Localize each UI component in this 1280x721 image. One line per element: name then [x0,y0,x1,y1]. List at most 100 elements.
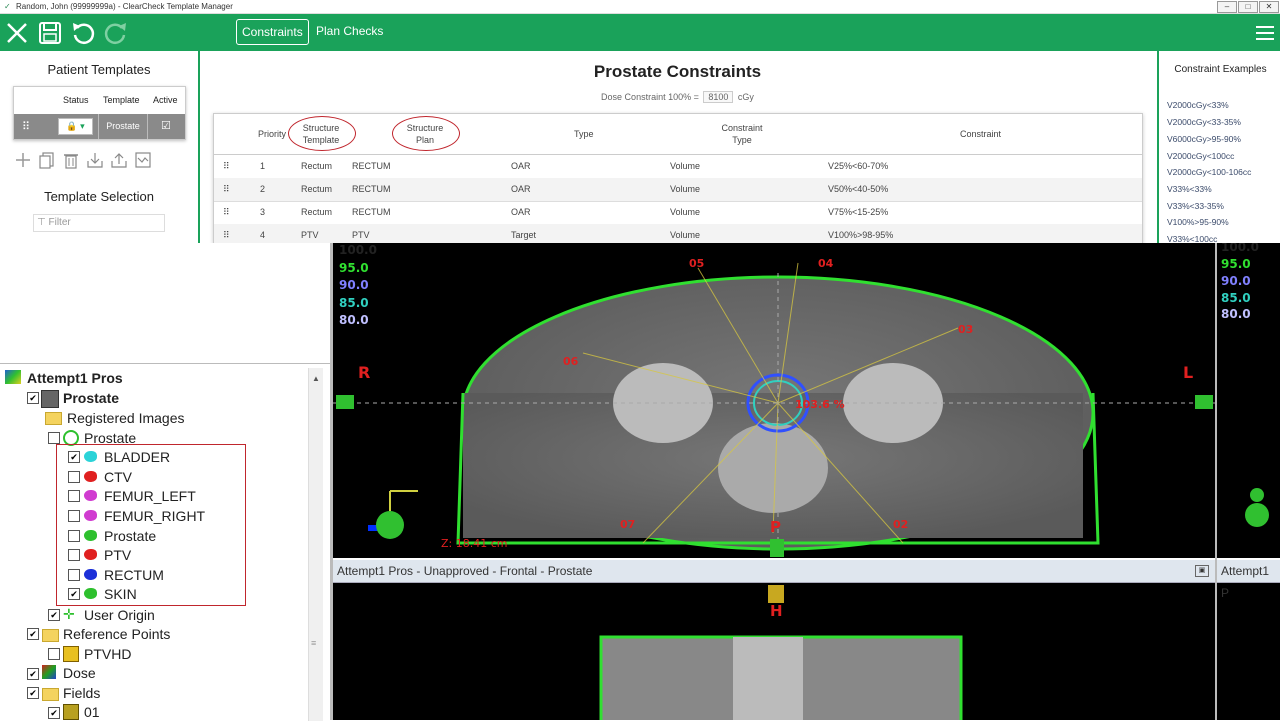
copy-icon[interactable] [38,151,56,169]
drag-handle-icon[interactable]: ⠿ [22,120,30,133]
minimize-button[interactable]: – [1217,1,1237,13]
structure-checkbox[interactable] [68,490,80,502]
constraint-row[interactable]: ⠿ 2 Rectum RECTUM OAR Volume V50%<40-50% [214,178,1142,202]
beam-icon [63,704,79,720]
structure-item[interactable]: FEMUR_RIGHT [104,507,205,525]
ref-point-checkbox[interactable] [48,648,60,660]
structure-item[interactable]: FEMUR_LEFT [104,487,196,505]
drag-handle-icon[interactable]: ⠿ [223,155,230,178]
tab-constraints[interactable]: Constraints [236,19,309,45]
structure-item[interactable]: PTV [104,546,131,564]
chart-icon[interactable] [134,151,152,169]
secondary-view[interactable]: Attempt1 P [1217,560,1280,720]
example-item[interactable]: V100%>95-90% [1167,217,1229,227]
row-constraint[interactable]: V50%<40-50% [828,178,888,201]
filter-icon: ⊤ [37,217,46,228]
tab-plan-checks[interactable]: Plan Checks [311,19,388,43]
dose-checkbox[interactable]: ✔ [27,668,39,680]
structure-tree: ▲ ≡ Attempt1 Pros ✔ Prostate Registered … [0,363,330,721]
tree-registered-images[interactable]: Registered Images [67,409,185,427]
example-item[interactable]: V2000cGy<100cc [1167,151,1234,161]
row-structure-plan[interactable]: RECTUM [352,201,391,224]
row-structure-template[interactable]: Rectum [301,178,332,201]
beam-label: 06 [563,355,579,368]
structure-set-checkbox[interactable] [48,432,60,444]
export-icon[interactable] [110,151,128,169]
structure-checkbox[interactable] [68,549,80,561]
undo-icon[interactable] [70,20,96,46]
tree-root[interactable]: Attempt1 Pros [27,369,123,387]
example-item[interactable]: V33%<33-35% [1167,201,1224,211]
row-constraint[interactable]: V75%<15-25% [828,201,888,224]
tree-scrollbar[interactable]: ▲ ≡ [308,368,323,721]
structure-item[interactable]: RECTUM [104,566,164,584]
orientation-figure-icon [1245,488,1269,527]
structure-item[interactable]: SKIN [104,585,137,603]
close-window-button[interactable]: ✕ [1259,1,1279,13]
scroll-grip-icon[interactable]: ≡ [311,638,320,650]
save-icon[interactable] [37,20,63,46]
drag-handle-icon[interactable]: ⠿ [223,178,230,201]
transverse-view[interactable]: 100.0 95.0 90.0 85.0 80.0 R L P 103.6 % … [333,243,1215,558]
sagittal-view[interactable]: 100.0 95.0 90.0 85.0 80.0 [1217,243,1280,558]
tree-field[interactable]: 01 [84,703,100,721]
structure-checkbox[interactable] [68,510,80,522]
image-checkbox[interactable]: ✔ [27,392,39,404]
template-name[interactable]: Prostate [98,114,148,139]
example-item[interactable]: V2000cGy<33-35% [1167,117,1241,127]
structure-checkbox[interactable]: ✔ [68,588,80,600]
isodose-level: 90.0 [339,278,369,292]
drag-handle-icon[interactable]: ⠿ [223,201,230,224]
structure-item[interactable]: CTV [104,468,132,486]
import-icon[interactable] [86,151,104,169]
status-dropdown[interactable]: 🔒 ▾ [58,118,93,135]
constraint-row[interactable]: ⠿ 1 Rectum RECTUM OAR Volume V25%<60-70% [214,155,1142,179]
constraint-row[interactable]: ⠿ 3 Rectum RECTUM OAR Volume V75%<15-25% [214,201,1142,225]
delete-icon[interactable] [62,151,80,169]
example-item[interactable]: V6000cGy>95-90% [1167,134,1241,144]
tree-dose[interactable]: Dose [63,664,96,682]
example-item[interactable]: V2000cGy<100-106cc [1167,167,1251,177]
fields-checkbox[interactable]: ✔ [27,687,39,699]
structure-checkbox[interactable] [68,569,80,581]
example-item[interactable]: V2000cGy<33% [1167,100,1229,110]
frontal-view[interactable]: Attempt1 Pros - Unapproved - Frontal - P… [333,560,1215,720]
dose-constraint-input[interactable]: 8100 [703,91,734,103]
constraint-examples-panel: Constraint Examples V2000cGy<33% V2000cG… [1157,51,1280,244]
template-row[interactable]: ⠿ 🔒 ▾ Prostate ☑ [14,114,185,139]
user-origin-checkbox[interactable]: ✔ [48,609,60,621]
row-structure-template[interactable]: Rectum [301,201,332,224]
tree-fields[interactable]: Fields [63,684,100,702]
structure-item[interactable]: BLADDER [104,448,170,466]
tree-image[interactable]: Prostate [63,389,119,407]
reference-points-checkbox[interactable]: ✔ [27,628,39,640]
scroll-up-icon[interactable]: ▲ [312,374,320,383]
row-structure-template[interactable]: Rectum [301,155,332,178]
field-checkbox[interactable]: ✔ [48,707,60,719]
beam-label: 04 [818,257,834,270]
constraint-row[interactable]: ⠿ 4 PTV PTV Target Volume V100%>98-95% [214,224,1142,244]
beam-label: 07 [620,518,636,531]
structure-item[interactable]: Prostate [104,527,156,545]
tree-user-origin[interactable]: User Origin [84,606,155,624]
row-constraint[interactable]: V25%<60-70% [828,155,888,178]
row-structure-plan[interactable]: RECTUM [352,155,391,178]
close-icon[interactable] [4,20,30,46]
row-constraint-type: Volume [670,161,701,171]
row-structure-plan[interactable]: RECTUM [352,178,391,201]
tree-reference-points[interactable]: Reference Points [63,625,170,643]
row-constraint-type: Volume [670,207,701,217]
redo-icon[interactable] [103,20,129,46]
structure-checkbox[interactable] [68,471,80,483]
page-title: Prostate Constraints [593,62,762,81]
structure-checkbox[interactable] [68,530,80,542]
add-icon[interactable] [14,151,32,169]
example-item[interactable]: V33%<33% [1167,184,1212,194]
maximize-button[interactable]: □ [1238,1,1258,13]
maximize-view-icon[interactable]: ▣ [1195,565,1209,577]
structure-checkbox[interactable]: ✔ [68,451,80,463]
active-checkbox[interactable]: ☑ [161,119,171,132]
filter-input[interactable]: ⊤ Filter [33,214,165,232]
tree-ref-point[interactable]: PTVHD [84,645,131,663]
menu-icon[interactable] [1252,20,1278,46]
